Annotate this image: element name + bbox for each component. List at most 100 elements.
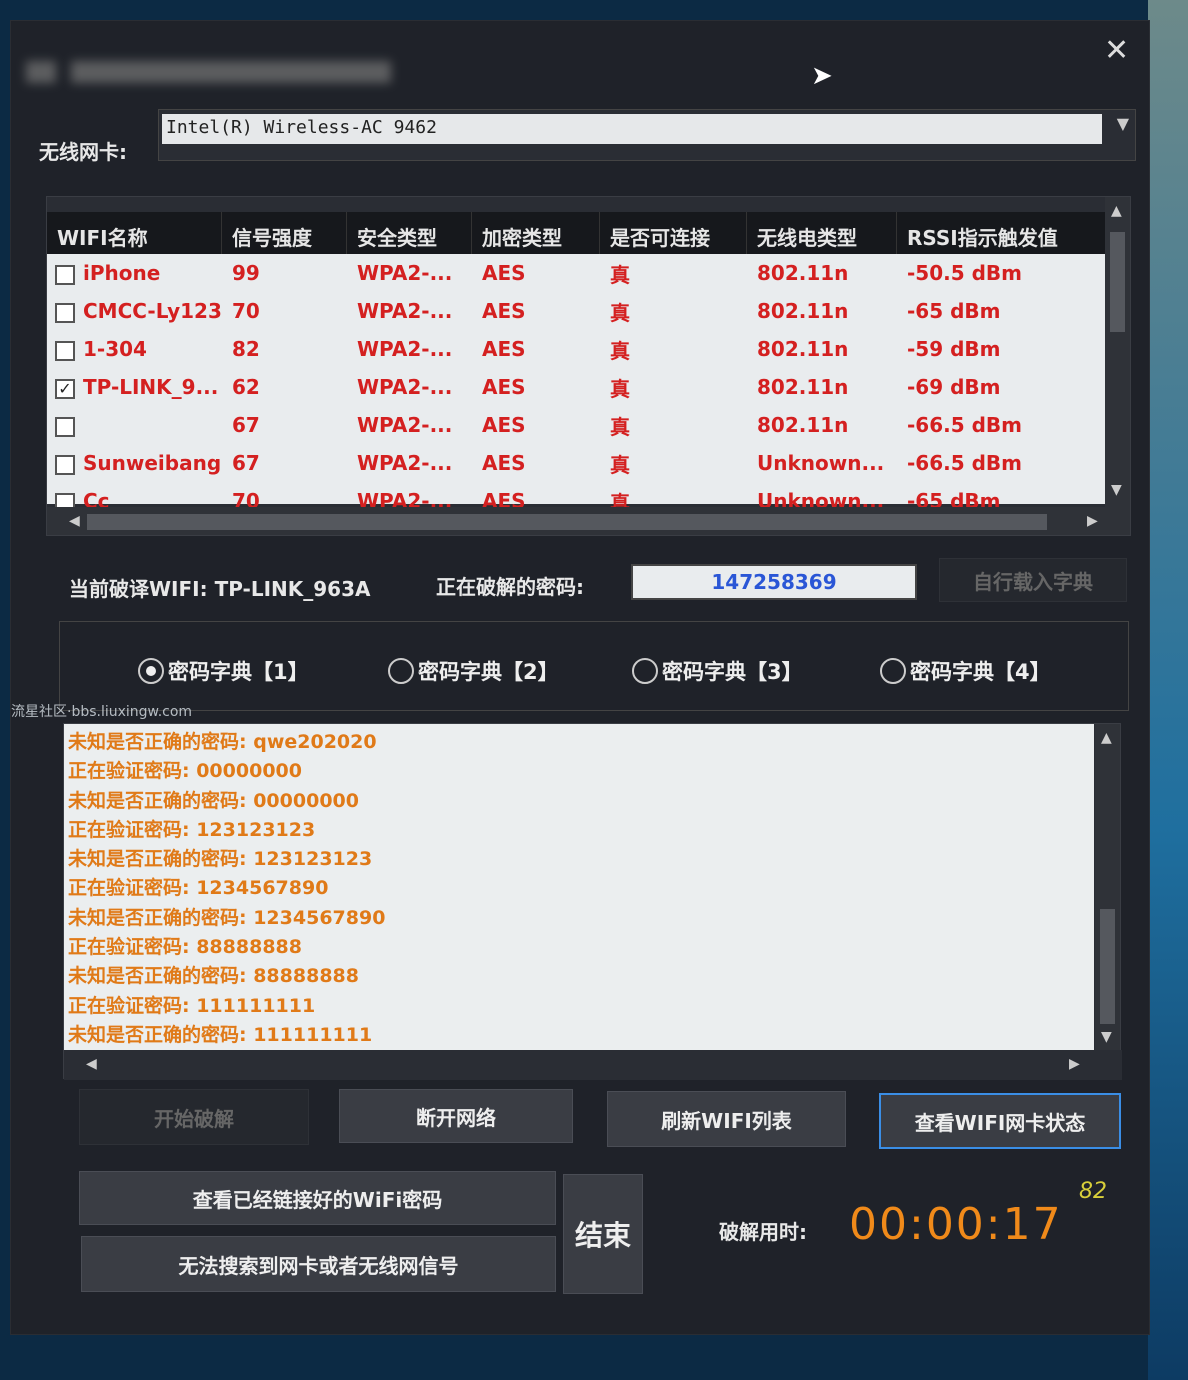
app-window: ✕ ➤ 无线网卡: Intel(R) Wireless-AC 9462 ▼ WI…	[10, 20, 1150, 1335]
table-row[interactable]: CMCC-Ly123 70 WPA2-... AES 真 802.11n -65 dBm	[47, 292, 1107, 330]
row-checkbox[interactable]	[55, 454, 75, 475]
table-row[interactable]: 1-304 82 WPA2-... AES 真 802.11n -59 dBm	[47, 330, 1107, 368]
adapter-label: 无线网卡:	[39, 140, 127, 164]
vertical-scrollbar[interactable]: ▲ ▼	[1105, 197, 1130, 507]
scroll-thumb[interactable]	[87, 514, 1047, 530]
radio-circle-icon[interactable]	[388, 658, 414, 684]
column-header[interactable]: 是否可连接	[600, 212, 747, 254]
cell-signal: 67	[232, 413, 260, 437]
timer-label: 破解用时:	[719, 1220, 807, 1244]
current-password-field[interactable]: 147258369	[631, 564, 917, 600]
cell-security: WPA2-...	[357, 413, 453, 437]
scroll-up-icon[interactable]: ▲	[1101, 730, 1112, 746]
cell-security: WPA2-...	[357, 375, 453, 399]
scroll-left-icon[interactable]: ◀	[86, 1056, 97, 1072]
cell-rssi: -69 dBm	[907, 375, 1001, 399]
title-blurred	[26, 61, 56, 83]
cell-encryption: AES	[482, 299, 526, 323]
scroll-left-icon[interactable]: ◀	[69, 513, 80, 529]
column-header[interactable]: 加密类型	[472, 212, 600, 254]
table-row[interactable]: ✓ TP-LINK_9... 62 WPA2-... AES 真 802.11n -69 dB…	[47, 368, 1107, 406]
cell-radio: 802.11n	[757, 299, 849, 323]
end-button[interactable]: 结束	[563, 1174, 643, 1294]
cell-radio: Unknown...	[757, 451, 885, 475]
cell-rssi: -66.5 dBm	[907, 413, 1023, 437]
table-row[interactable]: iPhone 99 WPA2-... AES 真 802.11n -50.5 dBm	[47, 254, 1107, 292]
cell-radio: 802.11n	[757, 261, 849, 285]
log-line: 正在验证密码: 111111111	[68, 994, 316, 1017]
wifi-name: TP-LINK_9...	[83, 375, 219, 399]
log-text-area[interactable]: 未知是否正确的密码: qwe202020 正在验证密码: 00000000 未知是否…	[64, 724, 1094, 1050]
cell-encryption: AES	[482, 337, 526, 361]
scroll-thumb[interactable]	[1100, 909, 1115, 1024]
log-line: 未知是否正确的密码: 123123123	[68, 848, 373, 871]
cell-radio: 802.11n	[757, 375, 849, 399]
chevron-down-icon[interactable]: ▼	[1117, 114, 1129, 133]
dictionary-radio-2[interactable]: 密码字典【2】	[388, 656, 559, 686]
cell-encryption: AES	[482, 261, 526, 285]
column-header[interactable]: WIFI名称	[47, 212, 222, 254]
mouse-cursor-icon: ➤	[811, 61, 833, 91]
adapter-select[interactable]: Intel(R) Wireless-AC 9462 ▼	[158, 109, 1136, 161]
column-header[interactable]: 信号强度	[222, 212, 347, 254]
scroll-thumb[interactable]	[1110, 232, 1125, 332]
column-header[interactable]: 安全类型	[347, 212, 472, 254]
scroll-right-icon[interactable]: ▶	[1069, 1056, 1080, 1072]
load-dictionary-button[interactable]: 自行载入字典	[939, 558, 1127, 602]
cell-security: WPA2-...	[357, 451, 453, 475]
table-header: WIFI名称 信号强度 安全类型 加密类型 是否可连接 无线电类型 RSSI指示触发值	[47, 212, 1107, 254]
table-body: iPhone 99 WPA2-... AES 真 802.11n -50.5 dBm CMCC…	[47, 254, 1107, 515]
row-checkbox[interactable]	[55, 264, 75, 285]
radio-circle-icon[interactable]	[138, 658, 164, 684]
scroll-down-icon[interactable]: ▼	[1111, 482, 1122, 498]
elapsed-timer: 00:00:17	[849, 1199, 1063, 1250]
scroll-right-icon[interactable]: ▶	[1087, 513, 1098, 529]
disconnect-button[interactable]: 断开网络	[339, 1089, 573, 1143]
cell-security: WPA2-...	[357, 261, 453, 285]
horizontal-scrollbar[interactable]: ◀ ▶	[47, 507, 1130, 535]
cell-rssi: -65 dBm	[907, 299, 1001, 323]
row-checkbox[interactable]	[55, 340, 75, 361]
cell-signal: 82	[232, 337, 260, 361]
column-header[interactable]: 无线电类型	[747, 212, 897, 254]
column-header[interactable]: RSSI指示触发值	[897, 212, 1107, 254]
cell-connectable: 真	[610, 452, 630, 477]
log-horizontal-scrollbar[interactable]: ◀ ▶	[64, 1050, 1122, 1080]
no-adapter-help-button[interactable]: 无法搜索到网卡或者无线网信号	[81, 1236, 556, 1292]
dictionary-radio-4[interactable]: 密码字典【4】	[880, 656, 1051, 686]
row-checkbox[interactable]: ✓	[55, 378, 75, 399]
log-vertical-scrollbar[interactable]: ▲ ▼	[1095, 724, 1120, 1050]
radio-circle-icon[interactable]	[632, 658, 658, 684]
radio-circle-icon[interactable]	[880, 658, 906, 684]
cell-name: ✓ TP-LINK_9...	[47, 375, 222, 399]
cell-security: WPA2-...	[357, 299, 453, 323]
cell-encryption: AES	[482, 451, 526, 475]
dictionary-radio-1[interactable]: 密码字典【1】	[138, 656, 309, 686]
table-row[interactable]: 67 WPA2-... AES 真 802.11n -66.5 dBm	[47, 406, 1107, 444]
table-row[interactable]: Sunweibang 67 WPA2-... AES 真 Unknown... -66.5 …	[47, 444, 1107, 482]
cell-radio: 802.11n	[757, 413, 849, 437]
scroll-up-icon[interactable]: ▲	[1111, 203, 1122, 219]
dictionary-radio-3[interactable]: 密码字典【3】	[632, 656, 803, 686]
radio-label: 密码字典【1】	[168, 660, 309, 684]
refresh-wifi-button[interactable]: 刷新WIFI列表	[607, 1091, 846, 1147]
wifi-name: Sunweibang	[83, 451, 222, 475]
log-line: 未知是否正确的密码: 1234567890	[68, 906, 386, 929]
title-blurred	[71, 61, 391, 83]
log-line: 未知是否正确的密码: qwe202020	[68, 731, 377, 753]
row-checkbox[interactable]	[55, 416, 75, 437]
log-panel: 未知是否正确的密码: qwe202020 正在验证密码: 00000000 未知是否…	[63, 723, 1122, 1080]
cell-connectable: 真	[610, 262, 630, 287]
adapter-status-button[interactable]: 查看WIFI网卡状态	[879, 1093, 1121, 1149]
row-checkbox[interactable]	[55, 302, 75, 323]
cell-encryption: AES	[482, 375, 526, 399]
start-crack-button[interactable]: 开始破解	[79, 1089, 309, 1145]
saved-passwords-button[interactable]: 查看已经链接好的WiFi密码	[79, 1171, 556, 1225]
cell-name: CMCC-Ly123	[47, 299, 222, 323]
log-line: 未知是否正确的密码: 88888888	[68, 965, 359, 988]
close-icon[interactable]: ✕	[1104, 33, 1129, 68]
log-line: 正在验证密码: 00000000	[68, 760, 302, 783]
cell-signal: 67	[232, 451, 260, 475]
scroll-down-icon[interactable]: ▼	[1101, 1029, 1112, 1045]
radio-label: 密码字典【2】	[418, 660, 559, 684]
